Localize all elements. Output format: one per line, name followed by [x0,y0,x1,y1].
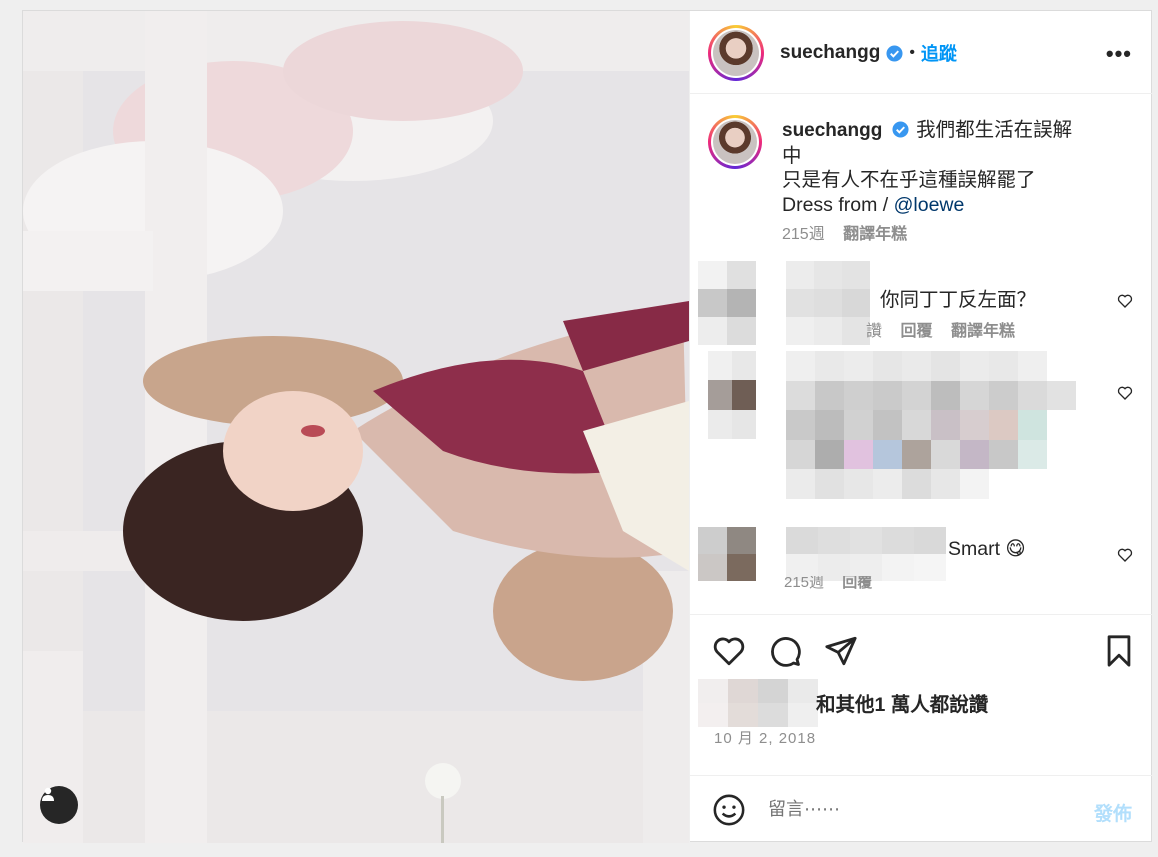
post-header: suechangg • 追蹤 ••• [690,11,1154,94]
separator-dot: • [909,44,915,61]
caption-timestamp[interactable]: 215週 [782,226,825,243]
comment-1-reply[interactable]: 回覆 [900,323,932,340]
liker-avatars-blurred[interactable] [698,679,818,727]
verified-badge-icon [886,44,903,62]
likes-summary[interactable]: 和其他1 萬人都說讚 [816,688,988,717]
comment-input[interactable] [768,794,1068,824]
post-caption: suechangg 我們都生活在誤解 中 只是有人不在乎這種誤解罷了 Dress… [782,118,1112,248]
comment-avatar-blurred[interactable] [698,261,756,345]
comment-3-text: Smart 😋 [948,538,1026,560]
comment-username-blurred[interactable] [786,261,870,345]
caption-text-line2: 中 [782,144,802,167]
comment-2-avatar-blurred[interactable] [708,351,756,439]
follow-button[interactable]: 追蹤 [921,40,957,66]
post-date[interactable]: 10 月 2, 2018 [714,727,816,748]
comment-3-meta: 215週 回覆 [784,576,872,590]
photo-illustration [23,11,689,843]
comment-3-username-blurred[interactable] [786,527,946,581]
comment-2-text-blurred [786,351,1076,499]
author-username[interactable]: suechangg [780,42,880,64]
comment-3-like-heart-icon[interactable] [1117,547,1133,563]
comment-3-avatar-blurred[interactable] [698,527,756,581]
mention-link[interactable]: @loewe [894,194,965,216]
comment-1-actions: 讚 回覆 翻譯年糕 [866,317,1015,341]
comment-2-like-heart-icon[interactable] [1117,385,1133,401]
share-send-icon[interactable] [824,634,858,668]
comment-3-reply[interactable]: 回覆 [842,576,872,590]
author-avatar[interactable] [708,25,764,81]
caption-username[interactable]: suechangg [782,120,882,141]
comment-1-like-heart-icon[interactable] [1117,293,1133,309]
comment-bubble-icon[interactable] [768,634,802,668]
tagged-user-button[interactable] [40,786,78,824]
comment-1-text: 你同丁丁反左面？ [880,289,1037,311]
post-photo[interactable] [23,11,689,843]
add-comment-bar: 發佈 [690,775,1154,843]
caption-text-line1: 我們都生活在誤解 [916,119,1073,141]
caption-avatar[interactable] [708,115,762,169]
like-heart-icon[interactable] [712,634,746,668]
comment-1-like-count[interactable]: 讚 [866,323,882,340]
more-options-button[interactable]: ••• [1106,41,1132,67]
post-sidebar: suechangg • 追蹤 ••• suechangg 我們都生活在誤解 中 … [689,11,1154,843]
comment-3-time[interactable]: 215週 [784,576,824,590]
post-modal: suechangg • 追蹤 ••• suechangg 我們都生活在誤解 中 … [22,10,1154,843]
save-bookmark-icon[interactable] [1102,634,1136,668]
translate-button[interactable]: 翻譯年糕 [843,226,907,243]
post-comment-button[interactable]: 發佈 [1094,799,1132,826]
verified-badge-icon [892,121,909,138]
comment-1-translate[interactable]: 翻譯年糕 [951,323,1015,340]
caption-text-line3: 只是有人不在乎這種誤解罷了 [782,169,1036,191]
caption-text-line4: Dress from / [782,193,894,216]
emoji-icon[interactable] [712,793,746,827]
person-icon [42,787,54,801]
